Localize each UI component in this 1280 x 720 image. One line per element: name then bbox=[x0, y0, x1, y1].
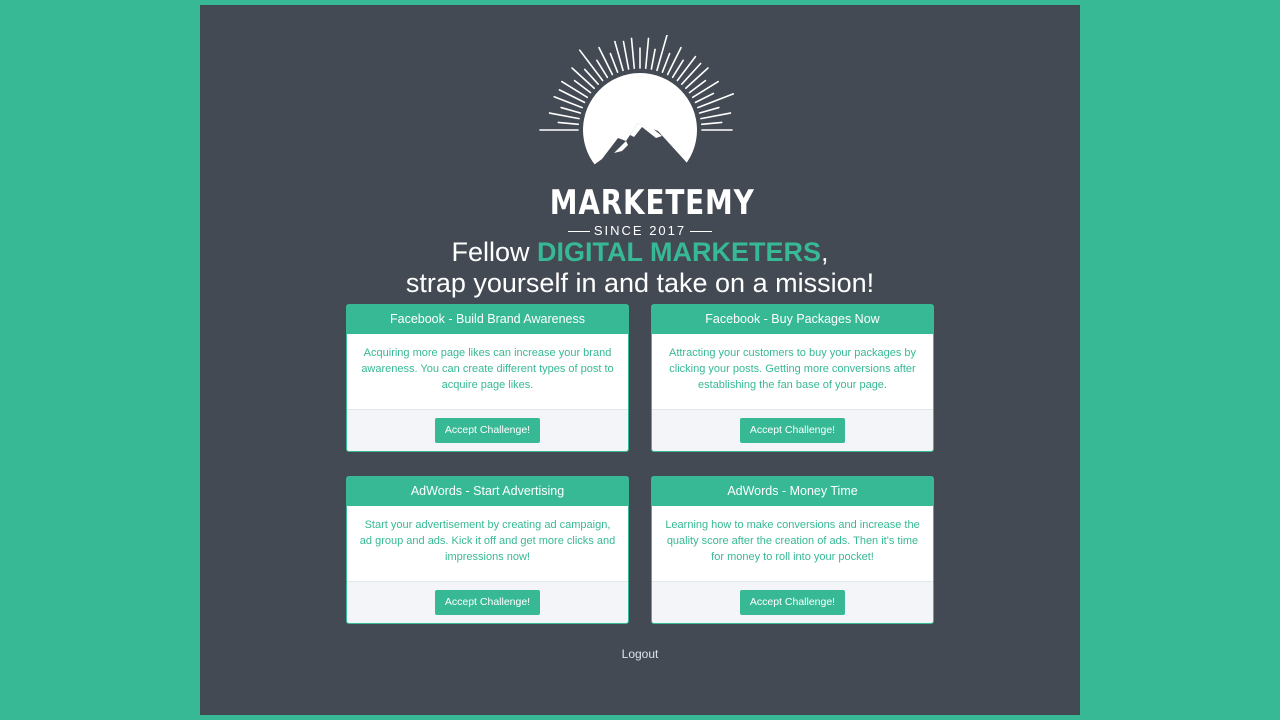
card-description: Learning how to make conversions and inc… bbox=[652, 506, 933, 582]
card-description: Attracting your customers to buy your pa… bbox=[652, 334, 933, 410]
card-footer: Accept Challenge! bbox=[652, 582, 933, 623]
challenge-card-buy-packages: Facebook - Buy Packages Now Attracting y… bbox=[651, 304, 934, 452]
challenge-card-money-time: AdWords - Money Time Learning how to mak… bbox=[651, 476, 934, 624]
accept-challenge-button[interactable]: Accept Challenge! bbox=[739, 590, 846, 615]
logout-link[interactable]: Logout bbox=[200, 647, 1080, 661]
card-title: Facebook - Buy Packages Now bbox=[652, 305, 933, 334]
accept-challenge-button[interactable]: Accept Challenge! bbox=[434, 590, 541, 615]
card-title: AdWords - Start Advertising bbox=[347, 477, 628, 506]
headline-accent: DIGITAL MARKETERS bbox=[537, 237, 822, 267]
accept-challenge-button[interactable]: Accept Challenge! bbox=[434, 418, 541, 443]
sunburst-mountain-icon bbox=[539, 35, 735, 185]
logo-since-text: SINCE 2017 bbox=[593, 223, 687, 238]
card-description: Start your advertisement by creating ad … bbox=[347, 506, 628, 582]
card-footer: Accept Challenge! bbox=[347, 410, 628, 451]
challenge-card-start-advertising: AdWords - Start Advertising Start your a… bbox=[346, 476, 629, 624]
page-headline: Fellow DIGITAL MARKETERS, strap yourself… bbox=[200, 237, 1080, 299]
headline-suffix: , bbox=[821, 237, 829, 267]
accept-challenge-button[interactable]: Accept Challenge! bbox=[739, 418, 846, 443]
card-footer: Accept Challenge! bbox=[652, 410, 933, 451]
marketemy-logo: MARKETEMY SINCE 2017 bbox=[530, 35, 755, 245]
headline-line-1: Fellow DIGITAL MARKETERS, bbox=[200, 237, 1080, 268]
card-title: Facebook - Build Brand Awareness bbox=[347, 305, 628, 334]
main-panel: MARKETEMY SINCE 2017 Fellow DIGITAL MARK… bbox=[200, 5, 1080, 715]
logo-wordmark: MARKETEMY bbox=[549, 183, 755, 223]
challenge-card-brand-awareness: Facebook - Build Brand Awareness Acquiri… bbox=[346, 304, 629, 452]
card-footer: Accept Challenge! bbox=[347, 582, 628, 623]
headline-prefix: Fellow bbox=[451, 237, 537, 267]
card-description: Acquiring more page likes can increase y… bbox=[347, 334, 628, 410]
headline-line-2: strap yourself in and take on a mission! bbox=[405, 268, 875, 298]
card-title: AdWords - Money Time bbox=[652, 477, 933, 506]
